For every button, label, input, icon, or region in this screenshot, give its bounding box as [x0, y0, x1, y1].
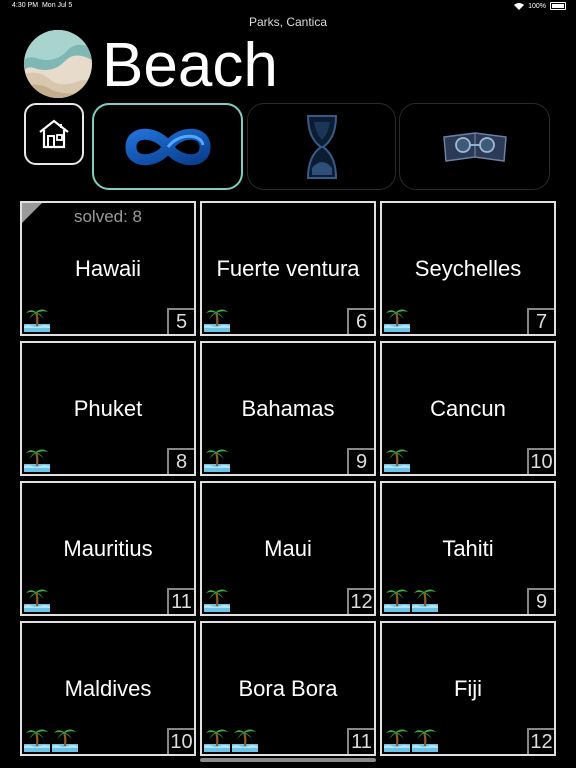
palm-tree-icon [24, 309, 50, 332]
level-name: Bahamas [241, 395, 335, 421]
home-indicator [200, 758, 376, 762]
palm-tree-icon [204, 729, 230, 752]
level-name: Fiji [453, 675, 483, 701]
level-tile-fiji[interactable]: Fiji 12 [380, 621, 556, 756]
level-number: 6 [347, 308, 374, 334]
level-name: Mauritius [63, 535, 153, 561]
solved-count: solved: 8 [73, 207, 143, 226]
level-number: 12 [347, 588, 374, 614]
palm-icons [384, 586, 438, 612]
palm-tree-icon [24, 729, 50, 752]
level-number: 12 [527, 728, 554, 754]
level-tile-bora-bora[interactable]: Bora Bora 11 [200, 621, 376, 756]
level-number: 11 [347, 728, 374, 754]
level-number: 5 [167, 308, 194, 334]
level-tile-bahamas[interactable]: Bahamas 9 [200, 341, 376, 476]
palm-icons [24, 586, 50, 612]
palm-icons [204, 726, 258, 752]
level-name: Fuerte ventura [216, 255, 360, 281]
palm-icons [24, 726, 78, 752]
hourglass-icon [306, 114, 337, 179]
book-glasses-icon [442, 131, 507, 162]
level-tile-cancun[interactable]: Cancun 10 [380, 341, 556, 476]
status-right: 100% [514, 2, 566, 10]
battery-percent: 100% [528, 2, 546, 10]
level-name: Maui [264, 535, 312, 561]
level-name: Maldives [64, 675, 152, 701]
battery-icon [550, 2, 566, 10]
palm-tree-icon [52, 729, 78, 752]
palm-icons [24, 446, 50, 472]
level-tile-seychelles[interactable]: Seychelles 7 [380, 201, 556, 336]
level-number: 11 [167, 588, 194, 614]
house-icon [39, 119, 69, 149]
level-name: Bora Bora [238, 675, 338, 701]
palm-icons [24, 306, 50, 332]
palm-icons [384, 726, 438, 752]
palm-icons [204, 306, 230, 332]
palm-icons [204, 446, 230, 472]
tab-hourglass[interactable] [247, 103, 396, 190]
palm-tree-icon [384, 449, 410, 472]
palm-tree-icon [384, 309, 410, 332]
wifi-icon [514, 2, 525, 10]
infinity-icon [124, 128, 211, 165]
page-subtitle: Parks, Cantica [248, 15, 328, 29]
level-number: 10 [167, 728, 194, 754]
level-tile-hawaii[interactable]: solved: 8 Hawaii 5 [20, 201, 196, 336]
level-name: Seychelles [414, 255, 522, 281]
palm-tree-icon [204, 589, 230, 612]
tab-infinity[interactable] [92, 103, 243, 190]
level-number: 9 [527, 588, 554, 614]
level-tile-mauritius[interactable]: Mauritius 11 [20, 481, 196, 616]
level-number: 7 [527, 308, 554, 334]
palm-icons [384, 306, 410, 332]
level-name: Phuket [73, 395, 143, 421]
home-button[interactable] [24, 103, 84, 165]
palm-tree-icon [24, 449, 50, 472]
status-bar: 4:30 PM Mon Jul 5 100% [0, 0, 576, 12]
level-tile-maldives[interactable]: Maldives 10 [20, 621, 196, 756]
palm-tree-icon [412, 729, 438, 752]
level-number: 9 [347, 448, 374, 474]
page-title: Beach [102, 31, 278, 100]
level-name: Hawaii [74, 255, 142, 281]
tab-book[interactable] [399, 103, 550, 190]
status-time: 4:30 PM Mon Jul 5 [12, 2, 73, 9]
level-name: Tahiti [442, 535, 494, 561]
palm-tree-icon [232, 729, 258, 752]
palm-icons [384, 446, 410, 472]
level-tile-phuket[interactable]: Phuket 8 [20, 341, 196, 476]
level-tile-fuerteventura[interactable]: Fuerte ventura 6 [200, 201, 376, 336]
level-tile-maui[interactable]: Maui 12 [200, 481, 376, 616]
palm-tree-icon [412, 589, 438, 612]
palm-tree-icon [24, 589, 50, 612]
level-grid: solved: 8 Hawaii 5 Fuerte ventura 6 Seyc… [20, 201, 556, 756]
level-tile-tahiti[interactable]: Tahiti 9 [380, 481, 556, 616]
beach-logo [24, 30, 92, 98]
palm-tree-icon [384, 729, 410, 752]
level-number: 10 [527, 448, 554, 474]
level-name: Cancun [430, 395, 506, 421]
palm-tree-icon [204, 449, 230, 472]
palm-tree-icon [384, 589, 410, 612]
palm-tree-icon [204, 309, 230, 332]
level-number: 8 [167, 448, 194, 474]
palm-icons [204, 586, 230, 612]
